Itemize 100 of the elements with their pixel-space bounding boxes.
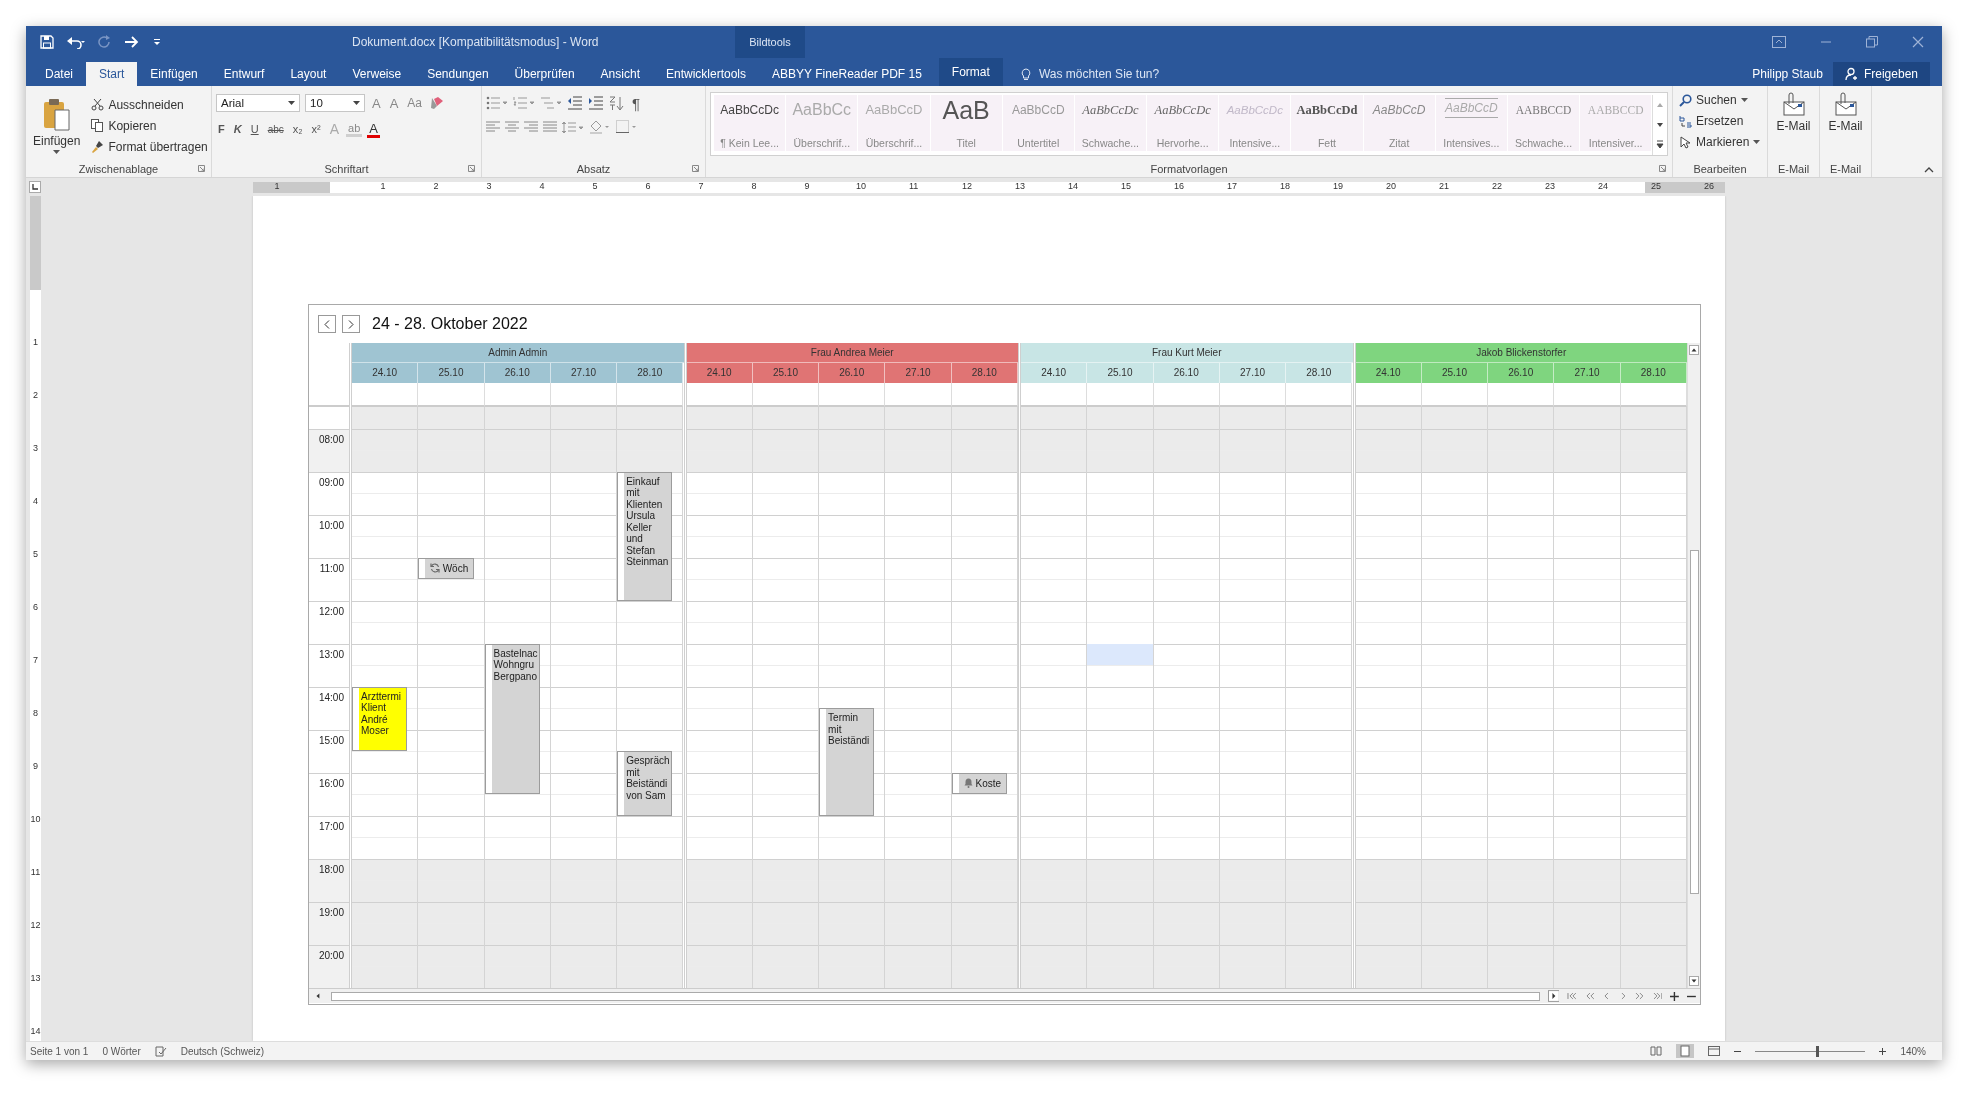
- customize-icon[interactable]: [152, 37, 162, 47]
- paste-button[interactable]: Einfügen: [30, 95, 84, 156]
- zoom-level[interactable]: 140%: [1900, 1045, 1926, 1057]
- multilevel-list-icon[interactable]: [540, 96, 562, 110]
- scroll-right-icon[interactable]: [1547, 990, 1560, 1002]
- style-item[interactable]: AaB Titel: [930, 95, 1002, 151]
- editing-command[interactable]: Suchen: [1677, 90, 1763, 110]
- ribbon-tab[interactable]: Ansicht: [587, 62, 653, 86]
- font-name-field[interactable]: Arial: [216, 94, 300, 112]
- ribbon-tab[interactable]: Sendungen: [414, 62, 502, 86]
- horizontal-scrollbar[interactable]: [330, 991, 1540, 1001]
- vertical-scrollbar[interactable]: [1687, 343, 1700, 988]
- zoom-slider-thumb[interactable]: [1816, 1045, 1819, 1057]
- line-spacing-icon[interactable]: [562, 120, 584, 134]
- dialog-launcher-icon[interactable]: [692, 165, 699, 172]
- read-mode-icon[interactable]: [1650, 1046, 1663, 1056]
- appointment[interactable]: Gespräch mit Beiständi von Sam: [617, 751, 673, 816]
- ribbon-tab[interactable]: Entwurf: [210, 62, 278, 86]
- word-count[interactable]: 0 Wörter: [102, 1045, 141, 1057]
- format-tool[interactable]: abc: [265, 120, 286, 138]
- ribbon-tab[interactable]: Layout: [277, 62, 340, 86]
- ribbon-tab[interactable]: Start: [86, 62, 138, 86]
- step-back-icon[interactable]: [1602, 992, 1611, 1000]
- ribbon-tab[interactable]: Verweise: [339, 62, 415, 86]
- numbered-list-icon[interactable]: [513, 96, 535, 110]
- scroll-down-icon[interactable]: [1689, 976, 1699, 986]
- format-tool[interactable]: U: [248, 120, 261, 138]
- last-page-icon[interactable]: [1652, 992, 1663, 1000]
- share-button[interactable]: Freigeben: [1832, 62, 1930, 86]
- align-center-icon[interactable]: [505, 121, 519, 133]
- bullet-list-icon[interactable]: [486, 96, 508, 110]
- borders-icon[interactable]: [616, 120, 638, 134]
- ribbon-display-icon[interactable]: [1772, 36, 1786, 48]
- style-item[interactable]: AaBbCcDd Fett: [1291, 95, 1363, 151]
- tell-me-field[interactable]: Was möchten Sie tun?: [1036, 66, 1201, 82]
- format-tool[interactable]: x₂: [290, 120, 305, 138]
- align-left-icon[interactable]: [486, 121, 500, 133]
- style-item[interactable]: AABBCCD Schwache...: [1507, 95, 1580, 151]
- user-name[interactable]: Philipp Staub: [1752, 62, 1833, 86]
- previous-button[interactable]: [318, 315, 336, 333]
- style-item[interactable]: AaBbCcDc ¶ Kein Lee...: [714, 95, 786, 151]
- sort-icon[interactable]: [609, 95, 625, 111]
- selected-time-slot[interactable]: [1087, 643, 1153, 665]
- ribbon-tab[interactable]: Überprüfen: [501, 62, 588, 86]
- editing-command[interactable]: Markieren: [1677, 132, 1763, 152]
- collapse-ribbon-icon[interactable]: [1924, 167, 1934, 173]
- plus-icon[interactable]: [1670, 991, 1680, 1001]
- scroll-up-icon[interactable]: [1689, 345, 1699, 355]
- dialog-launcher-icon[interactable]: [468, 165, 475, 172]
- save-icon[interactable]: [40, 35, 54, 49]
- fast-forward-icon[interactable]: [1634, 992, 1645, 1000]
- page-count[interactable]: Seite 1 von 1: [30, 1045, 89, 1057]
- increase-indent-icon[interactable]: [588, 96, 604, 110]
- ribbon-tab[interactable]: ABBYY FineReader PDF 15: [759, 62, 935, 86]
- appointment[interactable]: Bastelnac Wohngru Bergpano: [484, 643, 540, 794]
- format-tool[interactable]: K: [231, 120, 244, 138]
- appointment[interactable]: Termin mit Beiständi: [819, 708, 875, 816]
- email-button[interactable]: E-Mail: [1822, 90, 1869, 161]
- paint-bucket-icon[interactable]: [589, 120, 611, 134]
- next-button[interactable]: [342, 315, 360, 333]
- ribbon-tab[interactable]: Einfügen: [137, 62, 211, 86]
- undo-icon[interactable]: [66, 35, 86, 49]
- restore-icon[interactable]: [1866, 36, 1878, 48]
- rewind-icon[interactable]: [1585, 992, 1595, 1000]
- format-tool[interactable]: F: [216, 120, 227, 138]
- zoom-in-icon[interactable]: [1879, 1047, 1887, 1055]
- web-layout-icon[interactable]: [1708, 1046, 1721, 1056]
- ruler-number: 22: [1492, 180, 1500, 191]
- appointment[interactable]: Einkauf mit Klienten Ursula Keller und Stefan Steinman: [617, 471, 673, 601]
- format-tool[interactable]: x²: [309, 120, 323, 138]
- decrease-indent-icon[interactable]: [567, 96, 583, 110]
- ribbon-tab[interactable]: Format: [938, 58, 1003, 86]
- ribbon-tab[interactable]: Entwicklertools: [652, 62, 759, 86]
- align-right-icon[interactable]: [524, 121, 538, 133]
- justify-icon[interactable]: [543, 121, 557, 133]
- appointment[interactable]: Wöch: [418, 557, 474, 579]
- style-item[interactable]: AaBbCcDc Hervorhe...: [1147, 95, 1219, 151]
- forward-arrow-icon[interactable]: [124, 35, 140, 49]
- step-forward-icon[interactable]: [1618, 992, 1627, 1000]
- email-button[interactable]: E-Mail: [1770, 90, 1817, 161]
- font-size-field[interactable]: 10: [305, 94, 365, 112]
- first-page-icon[interactable]: [1567, 992, 1578, 1000]
- dialog-launcher-icon[interactable]: [1659, 165, 1666, 172]
- clipboard-command[interactable]: Ausschneiden: [89, 94, 210, 115]
- proofing-icon[interactable]: [154, 1045, 167, 1057]
- pilcrow-button[interactable]: ¶: [630, 94, 643, 112]
- print-layout-icon[interactable]: [1676, 1044, 1695, 1058]
- clipboard-command[interactable]: Format übertragen: [89, 136, 210, 157]
- close-icon[interactable]: [1912, 36, 1924, 48]
- format-tool[interactable]: A: [367, 120, 380, 138]
- ribbon-tab[interactable]: Datei: [32, 62, 86, 86]
- appointment[interactable]: Arzttermi Klient André Moser: [352, 686, 408, 751]
- clipboard-command[interactable]: Kopieren: [89, 115, 210, 136]
- scrollbar-thumb[interactable]: [1689, 550, 1699, 894]
- dialog-launcher-icon[interactable]: [198, 165, 205, 172]
- editing-command[interactable]: Ersetzen: [1677, 111, 1763, 131]
- language[interactable]: Deutsch (Schweiz): [180, 1045, 265, 1057]
- redo-icon[interactable]: [98, 35, 112, 49]
- tab-stop-icon[interactable]: [29, 181, 41, 193]
- style-item[interactable]: AaBbCcDc Schwache...: [1074, 95, 1147, 151]
